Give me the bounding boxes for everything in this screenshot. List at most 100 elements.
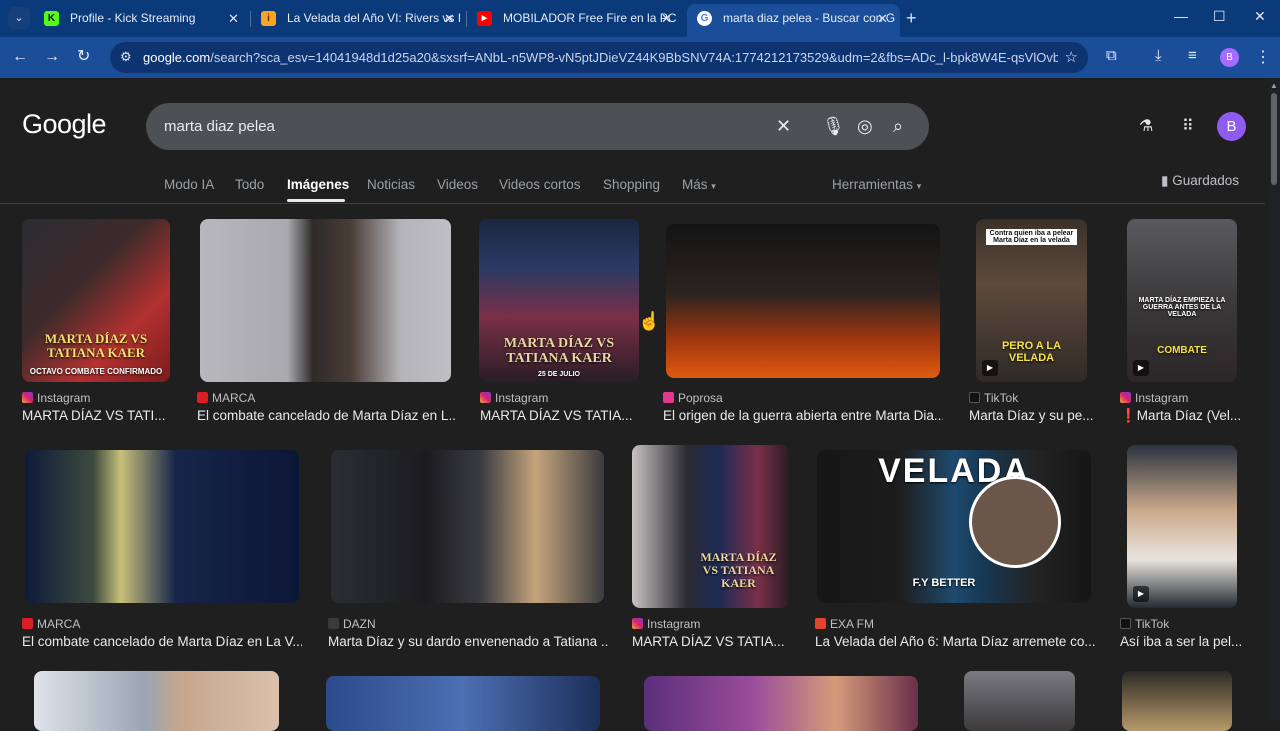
- result-image-5[interactable]: Contra quien iba a pelear Marta Díaz en …: [976, 219, 1087, 382]
- image-overlay-text: VELADA: [878, 452, 1030, 490]
- search-box: ✕ 🎙 ◎ ⌕: [146, 103, 929, 150]
- result-source: Poprosa: [663, 391, 723, 405]
- scrollbar[interactable]: [1268, 79, 1280, 720]
- source-label: TikTok: [984, 391, 1019, 405]
- scroll-up-icon[interactable]: ▲: [1270, 81, 1278, 90]
- result-image-4[interactable]: [666, 224, 940, 378]
- result-image-13[interactable]: [326, 676, 600, 731]
- forward-icon[interactable]: →: [44, 47, 60, 67]
- result-source: EXA FM: [815, 617, 874, 631]
- result-image-1[interactable]: MARTA DÍAZ VS TATIANA KAER OCTAVO COMBAT…: [22, 219, 170, 382]
- tab-videos[interactable]: Videos: [437, 177, 478, 192]
- reload-icon[interactable]: ↻: [77, 47, 90, 67]
- google-logo[interactable]: Google: [22, 109, 107, 140]
- tab-todo[interactable]: Todo: [235, 177, 264, 192]
- tab-title: MOBILADOR Free Fire en la PC: [503, 11, 677, 25]
- back-icon[interactable]: ←: [12, 47, 28, 67]
- saved-label: Guardados: [1172, 173, 1239, 188]
- result-source: Instagram: [480, 391, 548, 405]
- result-title[interactable]: MARTA DÍAZ VS TATIA...: [480, 408, 640, 423]
- close-icon[interactable]: ✕: [444, 4, 455, 33]
- clear-icon[interactable]: ✕: [776, 115, 791, 137]
- apps-grid-icon[interactable]: ⠿: [1182, 116, 1194, 136]
- result-image-16[interactable]: [1122, 671, 1232, 731]
- search-input[interactable]: [164, 116, 744, 136]
- saved-button[interactable]: ▮ Guardados: [1161, 173, 1239, 189]
- media-control-icon[interactable]: ≡: [1188, 47, 1197, 64]
- bookmark-star-icon[interactable]: ☆: [1065, 48, 1078, 66]
- tools-button[interactable]: Herramientas ▾: [832, 177, 921, 192]
- scrollbar-thumb[interactable]: [1271, 93, 1277, 185]
- image-overlay-text: COMBATE: [1157, 345, 1207, 356]
- close-icon[interactable]: ✕: [877, 4, 888, 33]
- result-image-9[interactable]: MARTA DÍAZ VS TATIANA KAER: [632, 445, 789, 608]
- download-icon[interactable]: ⤓: [1155, 47, 1162, 64]
- site-info-icon[interactable]: ⚙: [120, 49, 132, 65]
- extensions-icon[interactable]: ⧉: [1106, 47, 1117, 64]
- result-title[interactable]: El combate cancelado de Marta Díaz en La…: [22, 634, 302, 649]
- tab-google-search[interactable]: G marta diaz pelea - Buscar con G ✕: [687, 4, 900, 37]
- lens-icon[interactable]: ◎: [857, 115, 873, 137]
- result-title[interactable]: MARTA DÍAZ VS TATIA...: [632, 634, 792, 649]
- result-source: MARCA: [197, 391, 255, 405]
- tab-title: Profile - Kick Streaming: [70, 11, 196, 25]
- result-title[interactable]: Marta Díaz y su pe...: [969, 408, 1094, 423]
- result-image-7[interactable]: [25, 450, 299, 603]
- browser-profile-avatar[interactable]: B: [1220, 48, 1239, 67]
- tab-noticias[interactable]: Noticias: [367, 177, 415, 192]
- url-text[interactable]: google.com/search?sca_esv=14041948d1d25a…: [143, 50, 1058, 65]
- maximize-icon[interactable]: ☐: [1213, 8, 1226, 25]
- tab-strip: ⌄ K Profile - Kick Streaming ✕ i La Vela…: [0, 0, 1280, 37]
- browser-menu-icon[interactable]: ⋮: [1255, 47, 1271, 67]
- result-title[interactable]: MARTA DÍAZ VS TATI...: [22, 408, 172, 423]
- new-tab-button[interactable]: +: [906, 8, 917, 28]
- close-window-icon[interactable]: ✕: [1254, 8, 1266, 25]
- minimize-icon[interactable]: —: [1174, 8, 1188, 24]
- close-icon[interactable]: ✕: [228, 4, 239, 33]
- tab-videos-cortos[interactable]: Videos cortos: [499, 177, 581, 192]
- result-image-14[interactable]: [644, 676, 918, 731]
- result-source: Instagram: [22, 391, 90, 405]
- result-image-3[interactable]: MARTA DÍAZ VS TATIANA KAER 25 DE JULIO: [479, 219, 639, 382]
- tab-mobilador[interactable]: ▶ MOBILADOR Free Fire en la PC ✕: [467, 4, 681, 33]
- result-image-11[interactable]: ▶: [1127, 445, 1237, 608]
- result-title[interactable]: Marta Díaz y su dardo envenenado a Tatia…: [328, 634, 608, 649]
- result-title[interactable]: El origen de la guerra abierta entre Mar…: [663, 408, 943, 423]
- result-source: TikTok: [1120, 617, 1169, 631]
- tiktok-icon: [969, 392, 980, 403]
- account-avatar[interactable]: B: [1217, 112, 1246, 141]
- active-tab-indicator: [287, 199, 345, 202]
- tab-kick[interactable]: K Profile - Kick Streaming ✕: [34, 4, 248, 33]
- marca-icon: [197, 392, 208, 403]
- image-overlay-text: MARTA DÍAZ VS TATIANA KAER: [44, 331, 148, 360]
- labs-flask-icon[interactable]: ⚗: [1139, 116, 1153, 136]
- tab-shopping[interactable]: Shopping: [603, 177, 660, 192]
- result-title[interactable]: El combate cancelado de Marta Díaz en L.…: [197, 408, 455, 423]
- mouse-cursor-icon: ☝: [638, 311, 661, 331]
- result-image-10[interactable]: VELADA F.Y BETTER: [817, 450, 1091, 603]
- image-overlay-sub: MARTA DÍAZ EMPIEZA LA GUERRA ANTES DE LA…: [1138, 297, 1226, 318]
- tab-velada[interactable]: i La Velada del Año VI: Rivers vs I ✕: [251, 4, 464, 33]
- result-title[interactable]: ❗Marta Díaz (Vel...: [1120, 408, 1245, 424]
- tab-mas[interactable]: Más ▾: [682, 177, 716, 192]
- result-image-2[interactable]: [200, 219, 451, 382]
- result-title[interactable]: Así iba a ser la pel...: [1120, 634, 1245, 649]
- result-image-6[interactable]: MARTA DÍAZ EMPIEZA LA GUERRA ANTES DE LA…: [1127, 219, 1237, 382]
- tab-search-icon[interactable]: ⌄: [8, 7, 30, 29]
- source-label: EXA FM: [830, 617, 875, 631]
- result-image-8[interactable]: [331, 450, 604, 603]
- result-image-12[interactable]: [34, 671, 279, 731]
- result-image-15[interactable]: [964, 671, 1075, 731]
- result-title[interactable]: La Velada del Año 6: Marta Díaz arremete…: [815, 634, 1095, 649]
- microphone-icon[interactable]: 🎙: [822, 115, 845, 137]
- search-icon[interactable]: ⌕: [893, 115, 903, 137]
- tab-modo-ia[interactable]: Modo IA: [164, 177, 214, 192]
- image-overlay-sub: 25 DE JULIO: [537, 371, 580, 378]
- play-icon: ▶: [1133, 360, 1149, 376]
- tiktok-icon: [1120, 618, 1131, 629]
- omnibox[interactable]: ⚙ google.com/search?sca_esv=14041948d1d2…: [110, 42, 1088, 73]
- source-label: Instagram: [647, 617, 701, 631]
- close-icon[interactable]: ✕: [661, 4, 672, 33]
- header-divider: [0, 203, 1265, 204]
- tab-imagenes[interactable]: Imágenes: [287, 177, 349, 192]
